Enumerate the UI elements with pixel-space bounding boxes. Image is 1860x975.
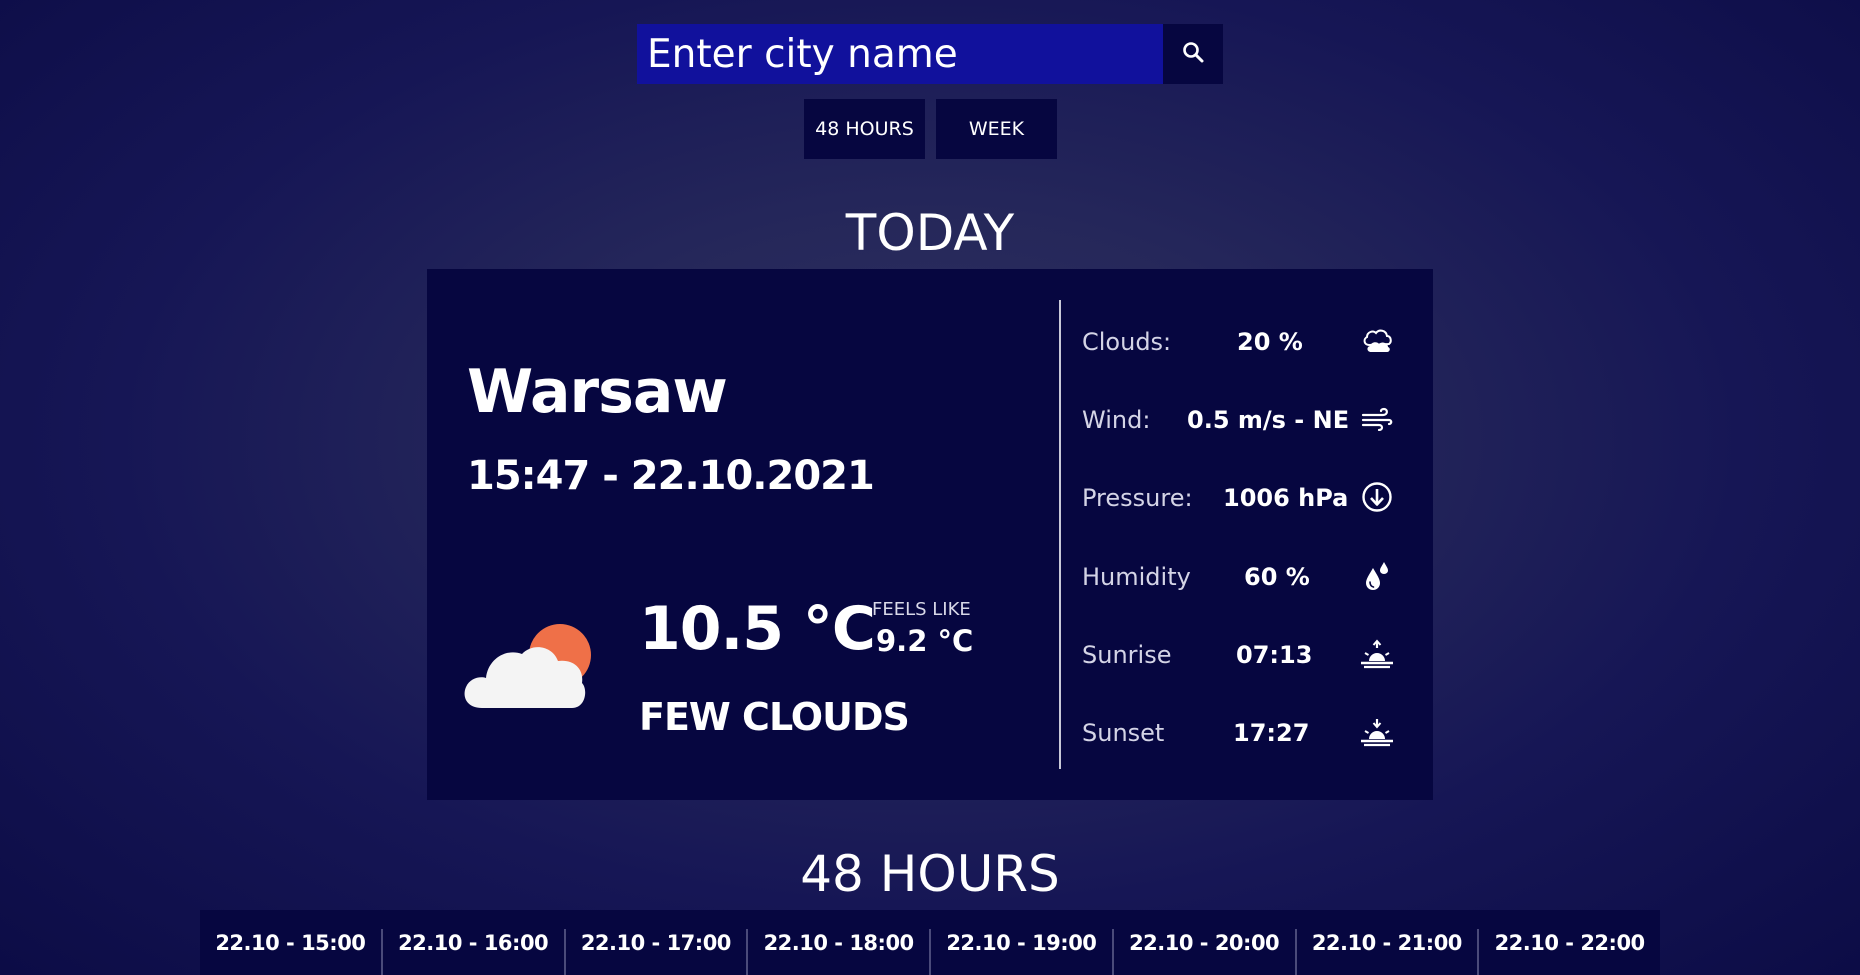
humidity-icon bbox=[1360, 559, 1394, 593]
divider bbox=[1059, 300, 1061, 769]
sunset-icon bbox=[1360, 715, 1394, 749]
city-name: Warsaw bbox=[467, 357, 728, 427]
48-hours-title: 48 HOURS bbox=[800, 845, 1060, 903]
search-button[interactable] bbox=[1163, 24, 1223, 84]
hour-item[interactable]: 22.10 - 16:00 bbox=[383, 910, 564, 975]
stat-label: Sunset bbox=[1082, 719, 1165, 747]
feels-like-value: 9.2 °C bbox=[876, 624, 974, 658]
stat-value: 1006 hPa bbox=[1223, 484, 1349, 512]
hour-item[interactable]: 22.10 - 21:00 bbox=[1297, 910, 1478, 975]
hour-item[interactable]: 22.10 - 19:00 bbox=[931, 910, 1112, 975]
48-hours-button[interactable]: 48 HOURS bbox=[804, 99, 925, 159]
stat-label: Clouds: bbox=[1082, 328, 1172, 356]
stat-label: Sunrise bbox=[1082, 641, 1172, 669]
sunrise-icon bbox=[1360, 637, 1394, 671]
stat-row-wind: Wind: 0.5 m/s - NE bbox=[1082, 400, 1412, 440]
week-button[interactable]: WEEK bbox=[936, 99, 1057, 159]
feels-like-label: FEELS LIKE bbox=[872, 599, 971, 620]
today-title: TODAY bbox=[845, 204, 1015, 262]
stat-row-pressure: Pressure: 1006 hPa bbox=[1082, 478, 1412, 518]
cloud-icon bbox=[1360, 324, 1394, 358]
stat-value: 20 % bbox=[1237, 328, 1303, 356]
pressure-icon bbox=[1360, 480, 1394, 514]
hour-item[interactable]: 22.10 - 18:00 bbox=[748, 910, 929, 975]
wind-icon bbox=[1360, 402, 1394, 436]
stat-row-sunset: Sunset 17:27 bbox=[1082, 713, 1412, 753]
stat-label: Wind: bbox=[1082, 406, 1151, 434]
view-mode-buttons: 48 HOURS WEEK bbox=[804, 99, 1057, 159]
search-bar bbox=[637, 24, 1223, 84]
few-clouds-icon bbox=[462, 621, 598, 711]
stat-label: Humidity bbox=[1082, 563, 1191, 591]
search-icon bbox=[1181, 40, 1205, 68]
current-datetime: 15:47 - 22.10.2021 bbox=[467, 453, 875, 499]
stat-value: 0.5 m/s - NE bbox=[1187, 406, 1350, 434]
stat-value: 17:27 bbox=[1233, 719, 1310, 747]
today-card: Warsaw 15:47 - 22.10.2021 10.5 °C FEELS … bbox=[427, 269, 1433, 800]
weather-description: FEW CLOUDS bbox=[639, 695, 910, 739]
stat-row-humidity: Humidity 60 % bbox=[1082, 557, 1412, 597]
stat-label: Pressure: bbox=[1082, 484, 1193, 512]
hour-item[interactable]: 22.10 - 17:00 bbox=[566, 910, 747, 975]
hour-item[interactable]: 22.10 - 15:00 bbox=[200, 910, 381, 975]
stat-row-sunrise: Sunrise 07:13 bbox=[1082, 635, 1412, 675]
search-input[interactable] bbox=[637, 24, 1163, 84]
temperature: 10.5 °C bbox=[639, 594, 876, 664]
hourly-forecast-strip: 22.10 - 15:00 22.10 - 16:00 22.10 - 17:0… bbox=[200, 910, 1660, 975]
stat-value: 60 % bbox=[1244, 563, 1310, 591]
hour-item[interactable]: 22.10 - 22:00 bbox=[1479, 910, 1660, 975]
stat-row-clouds: Clouds: 20 % bbox=[1082, 322, 1412, 362]
hour-item[interactable]: 22.10 - 20:00 bbox=[1114, 910, 1295, 975]
stat-value: 07:13 bbox=[1236, 641, 1313, 669]
